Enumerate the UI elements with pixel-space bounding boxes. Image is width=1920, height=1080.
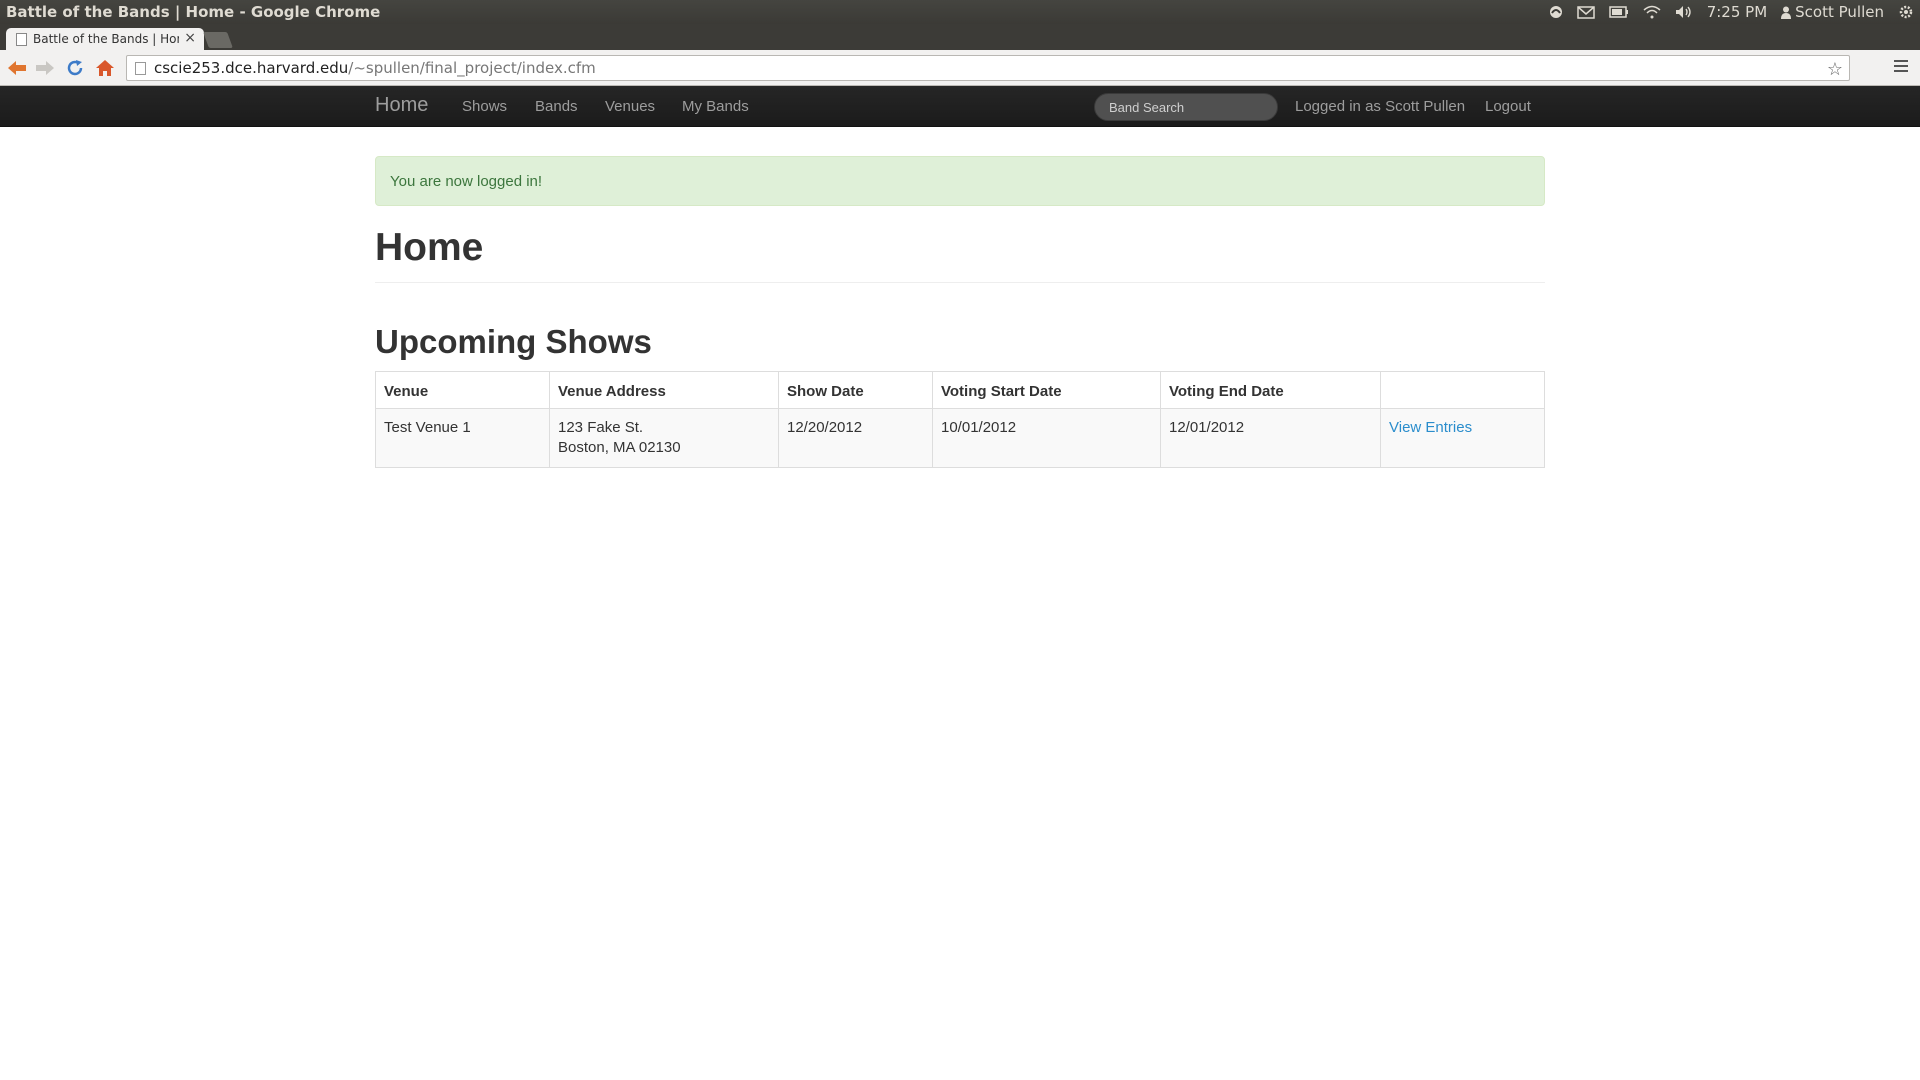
- user-icon: [1781, 6, 1792, 19]
- reload-icon: [67, 60, 83, 76]
- os-title-bar: Battle of the Bands | Home - Google Chro…: [0, 0, 1920, 24]
- column-header-actions: [1380, 371, 1545, 409]
- table-row: Test Venue 1 123 Fake St. Boston, MA 021…: [375, 408, 1545, 468]
- column-header-voting-start: Voting Start Date: [932, 371, 1161, 409]
- nav-link-shows[interactable]: Shows: [462, 98, 507, 115]
- nav-link-bands[interactable]: Bands: [535, 98, 578, 115]
- cell-actions: View Entries: [1380, 408, 1545, 468]
- forward-arrow-icon: [36, 61, 54, 75]
- cell-venue: Test Venue 1: [375, 408, 550, 468]
- browser-toolbar: cscie253.dce.harvard.edu/~spullen/final_…: [0, 50, 1920, 86]
- mail-icon[interactable]: [1576, 5, 1595, 19]
- upcoming-shows-title: Upcoming Shows: [375, 323, 652, 360]
- home-icon: [96, 60, 114, 76]
- home-button[interactable]: [94, 58, 116, 78]
- nav-link-my-bands[interactable]: My Bands: [682, 98, 749, 115]
- column-header-venue: Venue: [375, 371, 550, 409]
- bookmark-star-icon[interactable]: ☆: [1827, 59, 1843, 80]
- page-header: Home: [375, 226, 1545, 283]
- address-line-2: Boston, MA 02130: [558, 439, 681, 456]
- address-bar[interactable]: cscie253.dce.harvard.edu/~spullen/final_…: [126, 55, 1850, 81]
- tab-close-icon[interactable]: ×: [184, 30, 196, 46]
- table-header-row: Venue Venue Address Show Date Voting Sta…: [375, 371, 1545, 409]
- page-title: Home: [375, 226, 484, 269]
- column-header-venue-address: Venue Address: [549, 371, 779, 409]
- view-entries-link[interactable]: View Entries: [1389, 419, 1472, 436]
- tab-title: Battle of the Bands | Home: [33, 32, 179, 46]
- new-tab-button[interactable]: [203, 32, 233, 48]
- main-content: You are now logged in! Home Upcoming Sho…: [375, 127, 1545, 468]
- reload-button[interactable]: [64, 58, 86, 78]
- user-menu[interactable]: Scott Pullen: [1781, 3, 1884, 21]
- cell-show-date: 12/20/2012: [778, 408, 933, 468]
- battery-icon[interactable]: [1608, 6, 1629, 18]
- cell-voting-end: 12/01/2012: [1160, 408, 1381, 468]
- page-favicon-icon: [16, 32, 27, 46]
- nav-link-venues[interactable]: Venues: [605, 98, 655, 115]
- window-title: Battle of the Bands | Home - Google Chro…: [6, 3, 381, 21]
- column-header-voting-end: Voting End Date: [1160, 371, 1381, 409]
- user-name: Scott Pullen: [1795, 3, 1884, 21]
- chrome-menu-icon[interactable]: [1894, 60, 1908, 75]
- url-host: cscie253.dce.harvard.edu: [154, 59, 349, 77]
- clock[interactable]: 7:25 PM: [1707, 3, 1767, 21]
- system-tray: 7:25 PM Scott Pullen: [1549, 0, 1914, 24]
- forward-button[interactable]: [34, 58, 56, 78]
- page-icon: [135, 61, 146, 75]
- column-header-show-date: Show Date: [778, 371, 933, 409]
- url-path: /~spullen/final_project/index.cfm: [348, 59, 596, 77]
- back-button[interactable]: [6, 58, 28, 78]
- band-search-input[interactable]: [1094, 93, 1278, 121]
- browser-tab[interactable]: Battle of the Bands | Home ×: [6, 28, 204, 50]
- cell-venue-address: 123 Fake St. Boston, MA 02130: [549, 408, 779, 468]
- login-success-alert: You are now logged in!: [375, 156, 1545, 206]
- sync-icon[interactable]: [1549, 5, 1563, 19]
- address-line-1: 123 Fake St.: [558, 419, 644, 436]
- upcoming-shows-table: Venue Venue Address Show Date Voting Sta…: [375, 371, 1545, 468]
- wifi-icon[interactable]: [1643, 5, 1661, 19]
- nav-link-logout[interactable]: Logout: [1485, 98, 1531, 115]
- back-arrow-icon: [8, 61, 26, 75]
- nav-brand-home[interactable]: Home: [375, 94, 428, 117]
- site-navbar: Home Shows Bands Venues My Bands Logged …: [0, 86, 1920, 127]
- settings-gear-icon[interactable]: [1898, 4, 1914, 20]
- logged-in-label[interactable]: Logged in as Scott Pullen: [1295, 98, 1465, 115]
- tab-strip: Battle of the Bands | Home ×: [0, 24, 1920, 50]
- cell-voting-start: 10/01/2012: [932, 408, 1161, 468]
- volume-icon[interactable]: [1675, 5, 1693, 19]
